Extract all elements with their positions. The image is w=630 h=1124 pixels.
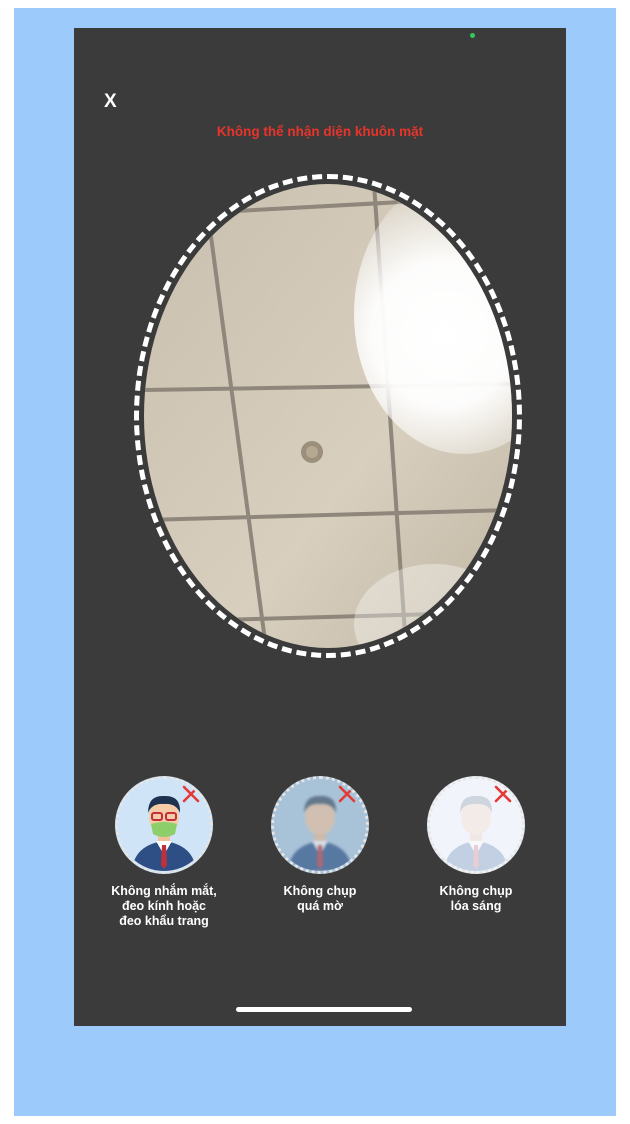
overexposed-person-icon	[427, 776, 525, 874]
guide-label: Không nhắm mắt, đeo kính hoặc đeo khẩu t…	[111, 884, 217, 928]
guide-label: Không chụp lóa sáng	[439, 884, 513, 913]
guide-not-blurry: Không chụp quá mờ	[245, 776, 395, 914]
blurry-person-icon	[271, 776, 369, 874]
guide-no-glasses-mask: Không nhắm mắt, đeo kính hoặc đeo khẩu t…	[89, 776, 239, 929]
person-with-glasses-and-mask-icon	[115, 776, 213, 874]
guide-not-overexposed: Không chụp lóa sáng	[401, 776, 551, 914]
home-indicator[interactable]	[236, 1007, 412, 1012]
camera-preview	[144, 184, 512, 648]
cross-icon	[182, 785, 200, 803]
photo-guidelines: Không nhắm mắt, đeo kính hoặc đeo khẩu t…	[74, 776, 566, 956]
face-scan-screen: X Không thể nhận diện khuôn mặt Không nh…	[74, 28, 566, 1026]
guide-label: Không chụp quá mờ	[283, 884, 357, 913]
close-button[interactable]: X	[104, 90, 128, 114]
error-title: Không thể nhận diện khuôn mặt	[216, 124, 424, 139]
cross-icon	[494, 785, 512, 803]
ceiling-camera-image	[144, 184, 512, 648]
face-viewfinder	[134, 174, 522, 658]
cross-icon	[338, 785, 356, 803]
camera-indicator-dot	[470, 33, 475, 38]
